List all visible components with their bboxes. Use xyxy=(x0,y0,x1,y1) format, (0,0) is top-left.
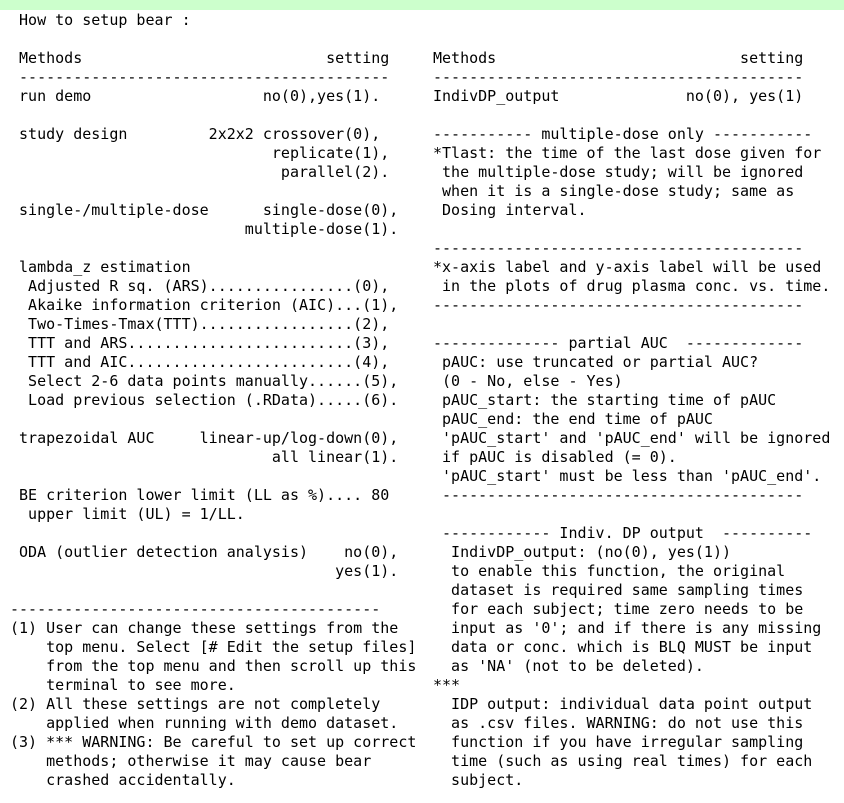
right-pane-line: function if you have irregular sampling xyxy=(433,733,804,751)
left-pane-line: ----------------------------------------… xyxy=(10,68,390,86)
left-pane-line: yes(1). xyxy=(10,562,399,580)
right-pane-line: ----------------------------------------… xyxy=(433,68,804,86)
right-pane-line: subject. xyxy=(433,771,524,789)
left-pane-line: TTT and ARS.........................(3), xyxy=(10,334,390,352)
right-pane-line: time (such as using real times) for each xyxy=(433,752,813,770)
left-pane-line: Two-Times-Tmax(TTT).................(2), xyxy=(10,315,390,333)
right-pane-line: pAUC: use truncated or partial AUC? xyxy=(433,353,759,371)
right-pane-line: ----------------------------------------… xyxy=(433,239,804,257)
left-pane-line: methods; otherwise it may cause bear xyxy=(10,752,372,770)
right-pane-line: IDP output: individual data point output xyxy=(433,695,813,713)
right-pane-line: IndivDP_output no(0), yes(1) xyxy=(433,87,804,105)
right-pane-line: pAUC_start: the starting time of pAUC xyxy=(433,391,777,409)
left-pane-line: replicate(1), xyxy=(10,144,390,162)
right-pane-line: as .csv files. WARNING: do not use this xyxy=(433,714,804,732)
right-pane-line: to enable this function, the original xyxy=(433,562,786,580)
right-pane-line: ----------- multiple-dose only ---------… xyxy=(433,125,813,143)
left-pane-line: BE criterion lower limit (LL as %).... 8… xyxy=(10,486,390,504)
left-pane-line: crashed accidentally. xyxy=(10,771,236,789)
right-pane-line: dataset is required same sampling times xyxy=(433,581,804,599)
right-pane-line: (0 - No, else - Yes) xyxy=(433,372,623,390)
left-pane-line xyxy=(10,239,416,258)
right-pane-line: -------------- partial AUC ------------- xyxy=(433,334,804,352)
left-pane-line: (3) *** WARNING: Be careful to set up co… xyxy=(10,733,417,751)
left-pane-line: Akaike information criterion (AIC)...(1)… xyxy=(10,296,399,314)
left-pane-line: Select 2-6 data points manually......(5)… xyxy=(10,372,399,390)
left-pane-line xyxy=(10,467,416,486)
left-pane-line: terminal to see more. xyxy=(10,676,236,694)
right-pane-line: *x-axis label and y-axis label will be u… xyxy=(433,258,822,276)
right-pane-line xyxy=(433,106,830,125)
right-pane-line: for each subject; time zero needs to be xyxy=(433,600,804,618)
left-pane-line: TTT and AIC.........................(4), xyxy=(10,353,390,371)
left-pane-line: (1) User can change these settings from … xyxy=(10,619,399,637)
right-pane-line: IndivDP_output: (no(0), yes(1)) xyxy=(433,543,732,561)
right-pane-line: ----------------------------------------… xyxy=(433,296,804,314)
left-pane-line xyxy=(10,106,416,125)
right-pane-line: Dosing interval. xyxy=(433,201,587,219)
right-pane-line xyxy=(433,505,830,524)
left-pane-line: Load previous selection (.RData).....(6)… xyxy=(10,391,399,409)
right-pane-line: as 'NA' (not to be deleted). xyxy=(433,657,704,675)
right-pane-line xyxy=(433,11,830,30)
left-pane-line xyxy=(10,581,416,600)
left-pane-line: parallel(2). xyxy=(10,163,390,181)
left-pane-line xyxy=(10,524,416,543)
right-pane-line: 'pAUC_start' and 'pAUC_end' will be igno… xyxy=(433,429,831,447)
left-pane-line: trapezoidal AUC linear-up/log-down(0), xyxy=(10,429,399,447)
right-pane-line: 'pAUC_start' must be less than 'pAUC_end… xyxy=(433,467,822,485)
right-pane-line xyxy=(433,220,830,239)
right-pane-line xyxy=(433,30,830,49)
window-top-bar xyxy=(0,0,844,10)
left-pane-line: all linear(1). xyxy=(10,448,399,466)
right-pane-line: data or conc. which is BLQ MUST be input xyxy=(433,638,813,656)
right-pane-line: *Tlast: the time of the last dose given … xyxy=(433,144,822,162)
left-pane-line: How to setup bear : xyxy=(10,11,191,29)
left-pane-line: lambda_z estimation xyxy=(10,258,191,276)
left-pane-line xyxy=(10,30,416,49)
left-pane-line: Adjusted R sq. (ARS)................(0), xyxy=(10,277,390,295)
left-pane-line: multiple-dose(1). xyxy=(10,220,399,238)
right-pane-line: input as '0'; and if there is any missin… xyxy=(433,619,822,637)
left-pane-line xyxy=(10,410,416,429)
right-pane-line: ---------------------------------------- xyxy=(433,486,804,504)
right-pane-line: if pAUC is disabled (= 0). xyxy=(433,448,677,466)
left-pane-line: top menu. Select [# Edit the setup files… xyxy=(10,638,417,656)
right-pane-line: Methods setting xyxy=(433,49,804,67)
right-pane-line: in the plots of drug plasma conc. vs. ti… xyxy=(433,277,831,295)
right-pane-line xyxy=(433,315,830,334)
left-pane-line: ----------------------------------------… xyxy=(10,600,381,618)
left-text-pane: How to setup bear : Methods setting ----… xyxy=(10,11,416,790)
left-pane-line: from the top menu and then scroll up thi… xyxy=(10,657,417,675)
left-pane-line xyxy=(10,182,416,201)
left-pane-line: single-/multiple-dose single-dose(0), xyxy=(10,201,399,219)
left-pane-line: study design 2x2x2 crossover(0), xyxy=(10,125,381,143)
right-pane-line: pAUC_end: the end time of pAUC xyxy=(433,410,713,428)
right-text-pane: Methods setting -------------------------… xyxy=(433,11,830,790)
right-pane-line: *** xyxy=(433,676,461,694)
right-pane-line: the multiple-dose study; will be ignored xyxy=(433,163,804,181)
left-pane-line: run demo no(0),yes(1). xyxy=(10,87,381,105)
left-pane-line: (2) All these settings are not completel… xyxy=(10,695,381,713)
left-pane-line: Methods setting xyxy=(10,49,390,67)
right-pane-line: when it is a single-dose study; same as xyxy=(433,182,795,200)
left-pane-line: upper limit (UL) = 1/LL. xyxy=(10,505,245,523)
right-pane-line: ------------ Indiv. DP output ---------- xyxy=(433,524,813,542)
left-pane-line: ODA (outlier detection analysis) no(0), xyxy=(10,543,399,561)
left-pane-line: applied when running with demo dataset. xyxy=(10,714,399,732)
